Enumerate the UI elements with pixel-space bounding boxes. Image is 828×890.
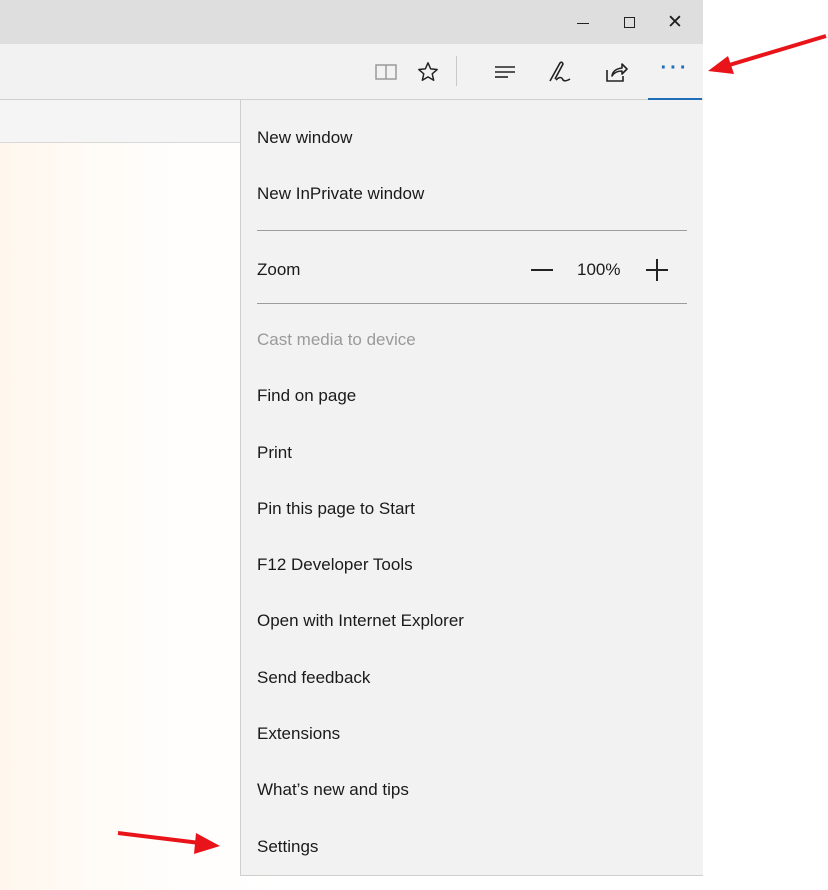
browser-window: ✕ ··· New window New InPrivate window Zo… xyxy=(0,0,703,890)
close-button[interactable]: ✕ xyxy=(652,0,698,44)
favorite-button[interactable] xyxy=(408,44,448,100)
zoom-row: Zoom 100% xyxy=(241,248,703,292)
more-actions-button[interactable]: ··· xyxy=(648,44,702,100)
menu-item-new-inprivate-window[interactable]: New InPrivate window xyxy=(241,172,703,216)
menu-item-print[interactable]: Print xyxy=(241,431,703,475)
annotation-arrow-settings xyxy=(117,831,220,854)
menu-item-whats-new[interactable]: What’s new and tips xyxy=(241,768,703,812)
hub-icon xyxy=(495,66,515,78)
favorite-star-icon xyxy=(418,62,438,81)
toolbar-separator xyxy=(456,56,457,86)
web-note-icon xyxy=(549,61,571,82)
maximize-button[interactable] xyxy=(606,0,652,44)
close-icon: ✕ xyxy=(667,10,683,33)
menu-separator xyxy=(257,230,687,231)
menu-item-developer-tools[interactable]: F12 Developer Tools xyxy=(241,543,703,587)
share-icon xyxy=(606,63,628,82)
menu-item-pin-to-start[interactable]: Pin this page to Start xyxy=(241,487,703,531)
more-actions-menu: New window New InPrivate window Zoom 100… xyxy=(240,100,703,876)
zoom-in-button[interactable] xyxy=(646,259,668,281)
menu-item-extensions[interactable]: Extensions xyxy=(241,712,703,756)
menu-item-cast-media: Cast media to device xyxy=(257,330,416,349)
more-actions-icon: ··· xyxy=(660,57,690,79)
title-bar: ✕ xyxy=(0,0,703,44)
hub-button[interactable] xyxy=(485,44,525,100)
annotation-arrow-more xyxy=(708,34,827,74)
menu-item-send-feedback[interactable]: Send feedback xyxy=(241,656,703,700)
reading-view-icon xyxy=(375,64,397,80)
zoom-label: Zoom xyxy=(257,260,301,279)
menu-item-settings[interactable]: Settings xyxy=(241,825,703,869)
menu-separator xyxy=(257,303,687,304)
zoom-value: 100% xyxy=(577,260,621,279)
page-header-divider xyxy=(0,142,240,143)
page-header-strip xyxy=(0,100,240,142)
zoom-out-button[interactable] xyxy=(531,269,553,271)
menu-item-find-on-page[interactable]: Find on page xyxy=(241,374,703,418)
maximize-icon xyxy=(623,16,635,28)
web-note-button[interactable] xyxy=(539,44,579,100)
menu-item-new-window[interactable]: New window xyxy=(241,116,703,160)
browser-toolbar: ··· xyxy=(0,44,703,100)
share-button[interactable] xyxy=(596,44,636,100)
reading-view-button[interactable] xyxy=(366,44,406,100)
menu-item-open-with-ie[interactable]: Open with Internet Explorer xyxy=(241,599,703,643)
minimize-icon xyxy=(577,22,589,24)
minimize-button[interactable] xyxy=(560,0,606,44)
